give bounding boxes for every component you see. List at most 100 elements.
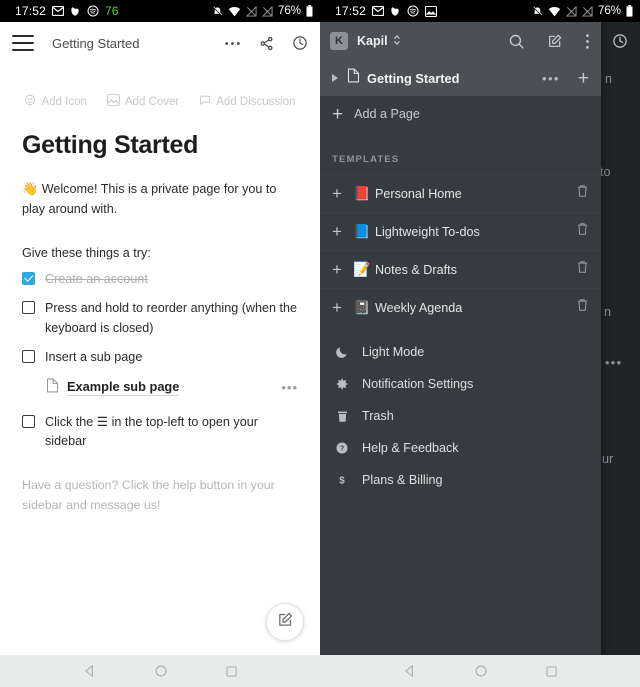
todo-item-3[interactable]: Click the ☰ in the top-left to open your… <box>22 413 298 452</box>
drawer-menu: Light Mode Notification Settings Trash ?… <box>320 326 601 496</box>
drawer-list: Getting Started ••• + + Add a Page TEMPL… <box>320 60 601 687</box>
template-row-weekly-agenda[interactable]: + 📓 Weekly Agenda <box>320 288 601 326</box>
history-icon[interactable] <box>612 33 628 49</box>
home-icon[interactable] <box>154 664 168 678</box>
menu-item-trash[interactable]: Trash <box>320 400 601 432</box>
more-horizontal-icon[interactable] <box>224 41 241 46</box>
trash-icon <box>334 409 350 423</box>
notifications-off-icon <box>532 5 543 17</box>
pocket-icon <box>390 6 401 17</box>
gear-icon <box>334 377 350 391</box>
system-nav-bar-left <box>0 655 320 687</box>
battery-percent: 76% <box>277 5 301 17</box>
checkbox-insert-subpage[interactable] <box>22 350 35 364</box>
gmail-icon <box>52 6 65 16</box>
caret-right-icon[interactable] <box>332 74 338 82</box>
status-right-group: 76% <box>532 5 633 17</box>
template-label: Weekly Agenda <box>375 300 463 315</box>
compose-icon[interactable] <box>547 33 563 49</box>
menu-item-plans-billing[interactable]: $ Plans & Billing <box>320 464 601 496</box>
add-template-icon[interactable]: + <box>332 260 346 280</box>
template-row-lightweight-todos[interactable]: + 📘 Lightweight To-dos <box>320 212 601 250</box>
menu-label: Light Mode <box>362 345 425 359</box>
status-clock: 17:52 <box>15 4 47 18</box>
recents-icon[interactable] <box>545 665 558 678</box>
checkbox-open-sidebar[interactable] <box>22 414 35 428</box>
todo-item-2[interactable]: Insert a sub page <box>22 348 298 368</box>
document-title[interactable]: Getting Started <box>22 131 298 160</box>
history-icon[interactable] <box>292 35 308 51</box>
template-row-notes-drafts[interactable]: + 📝 Notes & Drafts <box>320 250 601 288</box>
drawer-add-page[interactable]: + Add a Page <box>320 96 601 132</box>
add-discussion-button[interactable]: Add Discussion <box>199 94 296 109</box>
behind-fragment: n <box>604 305 612 319</box>
add-template-icon[interactable]: + <box>332 298 346 318</box>
sub-page-name[interactable]: Example sub page <box>67 379 180 397</box>
share-icon[interactable] <box>259 36 274 51</box>
page-dark: n to n ••• ur K Kapil Getting Started ••… <box>320 22 640 687</box>
add-subpage-icon[interactable]: + <box>578 69 589 88</box>
moon-icon <box>334 345 350 359</box>
menu-item-notification-settings[interactable]: Notification Settings <box>320 368 601 400</box>
try-prompt[interactable]: Give these things a try: <box>22 246 298 260</box>
status-left-group: 17:52 76 <box>7 4 118 18</box>
menu-item-help-feedback[interactable]: ? Help & Feedback <box>320 432 601 464</box>
add-template-icon[interactable]: + <box>332 222 346 242</box>
add-icon-button[interactable]: Add Icon <box>24 94 87 109</box>
menu-label: Help & Feedback <box>362 441 459 455</box>
template-row-personal-home[interactable]: + 📕 Personal Home <box>320 174 601 212</box>
trash-icon[interactable] <box>576 184 589 203</box>
intro-paragraph[interactable]: 👋 Welcome! This is a private page for yo… <box>22 178 298 220</box>
page-title: Getting Started <box>52 35 140 51</box>
status-right-group: 76% <box>212 5 313 17</box>
template-emoji-icon: 📓 <box>353 299 371 315</box>
add-template-icon[interactable]: + <box>332 184 346 204</box>
battery-percent: 76% <box>597 5 621 17</box>
phone-left: 17:52 76 76% Getting Started Add Icon Ad… <box>0 0 320 687</box>
hamburger-icon[interactable] <box>12 35 34 51</box>
trash-icon[interactable] <box>576 298 589 317</box>
signal-off-icon <box>565 5 577 17</box>
svg-text:$: $ <box>339 476 345 487</box>
system-nav-bar-right <box>320 655 640 687</box>
todo-item-0[interactable]: Create an account <box>22 270 298 290</box>
template-label: Notes & Drafts <box>375 262 457 277</box>
add-cover-button[interactable]: Add Cover <box>107 94 179 109</box>
battery-icon <box>626 5 633 17</box>
recents-icon[interactable] <box>225 665 238 678</box>
emoji-icon <box>24 94 36 109</box>
behind-fragment: ur <box>602 452 614 466</box>
phone-right: 17:52 76% n to n ••• ur K Kapil Getting … <box>320 0 640 687</box>
trash-icon[interactable] <box>576 260 589 279</box>
more-vertical-icon[interactable] <box>585 33 590 50</box>
home-icon[interactable] <box>474 664 488 678</box>
intro-text: Welcome! This is a private page for you … <box>22 182 277 217</box>
checkbox-create-account[interactable] <box>22 271 35 285</box>
menu-label: Trash <box>362 409 394 423</box>
search-icon[interactable] <box>508 33 525 50</box>
back-icon[interactable] <box>83 664 97 678</box>
todo-item-1[interactable]: Press and hold to reorder anything (when… <box>22 299 298 338</box>
screenshot-icon <box>425 5 438 17</box>
drawer-page-getting-started[interactable]: Getting Started ••• + <box>320 60 601 96</box>
todo-label: Create an account <box>45 271 148 286</box>
back-icon[interactable] <box>403 664 417 678</box>
behind-more-icon: ••• <box>605 356 623 370</box>
page-action-row: Add Icon Add Cover Add Discussion <box>0 86 320 109</box>
template-label: Personal Home <box>375 186 462 201</box>
document-body: Getting Started 👋 Welcome! This is a pri… <box>0 109 320 516</box>
signal-off-icon <box>245 5 257 17</box>
compose-fab[interactable] <box>266 603 304 641</box>
template-emoji-icon: 📘 <box>353 223 371 239</box>
sub-page-row[interactable]: Example sub page ••• <box>46 378 298 401</box>
status-bar-left: 17:52 76 76% <box>0 0 320 22</box>
checkbox-reorder[interactable] <box>22 301 35 315</box>
app-bar-actions <box>224 35 308 51</box>
compose-icon <box>277 611 294 633</box>
menu-item-light-mode[interactable]: Light Mode <box>320 336 601 368</box>
wifi-icon <box>548 6 561 17</box>
more-horizontal-icon[interactable]: ••• <box>542 71 560 86</box>
sub-page-more-icon[interactable]: ••• <box>281 380 298 395</box>
image-icon <box>107 94 120 109</box>
trash-icon[interactable] <box>576 222 589 241</box>
